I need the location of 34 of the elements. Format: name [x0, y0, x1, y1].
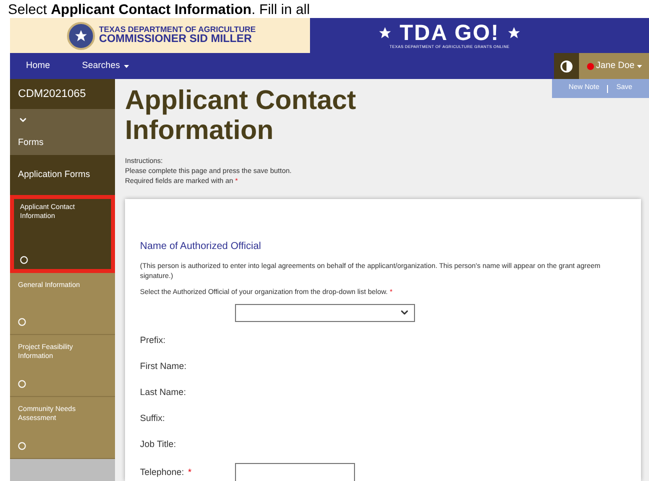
circle-icon	[18, 380, 26, 388]
field-label: Last Name:	[140, 386, 186, 397]
field-label: Prefix:	[140, 334, 166, 345]
field-label: Suffix:	[140, 412, 165, 423]
circle-icon	[20, 256, 28, 264]
user-menu[interactable]: Jane Doe	[579, 53, 649, 79]
product-logo-text: TDA GO!	[400, 22, 500, 44]
page-title: Applicant Contact Information	[125, 85, 358, 145]
telephone-field[interactable]	[235, 462, 355, 481]
official-dropdown[interactable]	[235, 304, 415, 322]
sidebar-group[interactable]: Application Forms	[10, 155, 115, 195]
contrast-icon	[560, 60, 573, 72]
nav-link[interactable]: Searches	[66, 59, 146, 73]
star-icon	[378, 26, 392, 40]
agency-name: TEXAS DEPARTMENT OF AGRICULTURE	[99, 26, 256, 34]
chevron-down-icon	[18, 115, 28, 125]
sidebar-section[interactable]: Forms	[10, 109, 115, 155]
circle-icon	[18, 442, 26, 450]
commissioner-name: COMMISSIONER SID MILLER	[99, 34, 253, 45]
caret-icon	[124, 64, 130, 68]
caption-text: Select Applicant Contact Information. Fill in all	[7, 0, 311, 18]
section-heading: Name of Authorized Official	[140, 240, 262, 254]
star-icon	[507, 26, 522, 40]
star-icon	[74, 28, 88, 42]
field-label: Telephone:	[140, 466, 184, 477]
contrast-toggle[interactable]	[554, 53, 579, 79]
field-label: First Name:	[140, 360, 187, 371]
section-label: Forms	[18, 136, 44, 148]
circle-icon	[18, 318, 26, 326]
field-label: Job Title:	[140, 438, 176, 449]
caret-icon	[636, 64, 642, 68]
sidebar-header: CDM2021065	[10, 79, 115, 109]
required-asterisk: *	[188, 466, 192, 477]
nav-link[interactable]: Home	[10, 59, 66, 73]
